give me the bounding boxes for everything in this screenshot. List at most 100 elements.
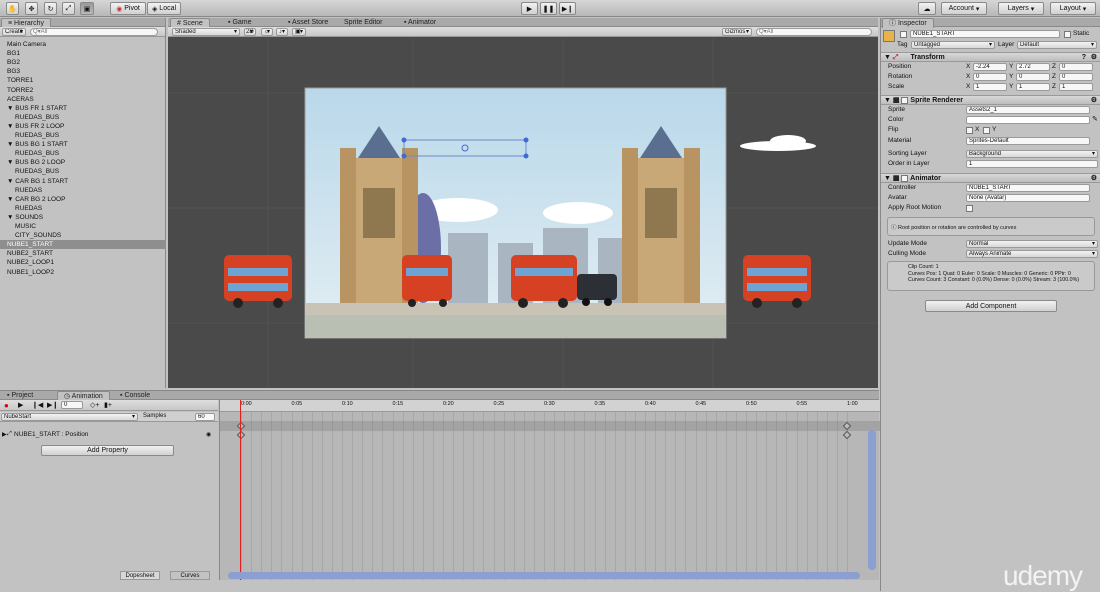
dopesheet-tab[interactable]: Dopesheet xyxy=(120,571,160,580)
hand-tool-icon[interactable]: ✋ xyxy=(6,2,19,15)
hierarchy-item[interactable]: NUBE1_START xyxy=(0,240,166,250)
transform-z-field[interactable]: 0 xyxy=(1059,63,1093,71)
hierarchy-item[interactable]: BG1 xyxy=(0,49,166,58)
flip-y-checkbox[interactable] xyxy=(983,127,990,134)
hierarchy-item[interactable]: ▼ BUS FR 2 LOOP xyxy=(0,122,166,131)
clip-dropdown[interactable]: NubeStart xyxy=(1,413,138,421)
hierarchy-item[interactable]: ▼ CAR BG 1 START xyxy=(0,177,166,186)
hierarchy-item[interactable]: ▼ BUS BG 2 LOOP xyxy=(0,158,166,167)
timeline-ruler[interactable]: 0:00 0:05 0:10 0:15 0:20 0:25 0:30 0:35 0:40 0:45… xyxy=(220,400,880,412)
component-gear-icon[interactable]: ⚙ xyxy=(1091,96,1097,105)
frame-field[interactable]: 0 xyxy=(61,401,83,409)
record-icon[interactable]: ● xyxy=(4,401,9,410)
property-visibility-icon[interactable]: ◉ xyxy=(206,431,211,438)
transform-y-field[interactable]: 0 xyxy=(1016,73,1050,81)
component-gear-icon[interactable]: ⚙ xyxy=(1091,53,1097,62)
hierarchy-item[interactable]: BG3 xyxy=(0,67,166,76)
layers-dropdown[interactable]: Layers ▾ xyxy=(998,2,1044,15)
sprite-field[interactable]: Assets2_1 xyxy=(966,106,1090,114)
transform-header[interactable]: ▼ ⤢ Transform ? ⚙ xyxy=(881,52,1100,62)
shading-mode-dropdown[interactable]: Shaded xyxy=(172,28,240,36)
hierarchy-item[interactable]: ▼ CAR BG 2 LOOP xyxy=(0,195,166,204)
hierarchy-item[interactable]: TORRE2 xyxy=(0,86,166,95)
transform-x-field[interactable]: 0 xyxy=(973,73,1007,81)
transform-y-field[interactable]: 1 xyxy=(1016,83,1050,91)
vertical-scrollbar[interactable] xyxy=(868,430,876,570)
property-row[interactable]: ▶ ⤢ NUBE1_START : Position ◉ xyxy=(0,430,218,441)
color-swatch[interactable] xyxy=(966,116,1090,124)
hierarchy-item[interactable]: TORRE1 xyxy=(0,76,166,85)
avatar-field[interactable]: None (Avatar) xyxy=(966,194,1090,202)
next-keyframe-icon[interactable]: ▶❙ xyxy=(47,401,58,409)
order-in-layer-field[interactable]: 1 xyxy=(966,160,1098,168)
add-event-icon[interactable]: ▮+ xyxy=(104,401,112,409)
cloud-button[interactable]: ☁ xyxy=(918,2,936,15)
rect-handle-tr[interactable] xyxy=(523,137,529,143)
pivot-button[interactable]: ◉ Pivot xyxy=(110,2,146,15)
hierarchy-item[interactable]: RUEDAS_BUS xyxy=(0,113,166,122)
add-component-button[interactable]: Add Component xyxy=(925,300,1057,312)
rect-tool-icon[interactable]: ▣ xyxy=(80,2,94,15)
pause-button[interactable]: ❚❚ xyxy=(540,2,557,15)
transform-z-field[interactable]: 1 xyxy=(1059,83,1093,91)
mode-2d-toggle[interactable]: 2D xyxy=(244,28,256,36)
samples-field[interactable]: 60 xyxy=(195,413,215,421)
add-property-button[interactable]: Add Property xyxy=(41,445,174,456)
hierarchy-item[interactable]: CITY_SOUNDS xyxy=(0,231,166,240)
scene-search-input[interactable]: Q▾All xyxy=(756,28,872,36)
tag-dropdown[interactable]: Untagged xyxy=(911,41,995,49)
rect-handle-tl[interactable] xyxy=(401,137,407,143)
anim-play-icon[interactable]: ▶ xyxy=(18,401,23,409)
hierarchy-item[interactable]: ACERAS xyxy=(0,95,166,104)
move-tool-icon[interactable]: ✥ xyxy=(25,2,38,15)
animator-enabled-checkbox[interactable] xyxy=(901,174,909,182)
lighting-toggle-icon[interactable]: ☼ xyxy=(261,28,273,36)
flip-x-checkbox[interactable] xyxy=(966,127,973,134)
hierarchy-item[interactable]: RUEDAS xyxy=(0,204,166,213)
apply-root-motion-checkbox[interactable] xyxy=(966,205,973,212)
add-keyframe-icon[interactable]: ◇+ xyxy=(90,401,99,409)
hierarchy-item[interactable]: NUBE2_START xyxy=(0,249,166,258)
material-field[interactable]: Sprites-Default xyxy=(966,137,1090,145)
gizmos-dropdown[interactable]: Gizmos xyxy=(722,28,752,36)
component-gear-icon[interactable]: ⚙ xyxy=(1091,174,1097,183)
animator-header[interactable]: ▼ ▦ Animator ⚙ xyxy=(881,173,1100,183)
object-name-field[interactable]: NUBE1_START xyxy=(910,30,1060,38)
audio-toggle-icon[interactable]: ♪ xyxy=(276,28,288,36)
timeline-area[interactable]: 0:00 0:05 0:10 0:15 0:20 0:25 0:30 0:35 0:40 0:45… xyxy=(219,400,880,580)
layer-dropdown[interactable]: Default xyxy=(1017,41,1097,49)
create-dropdown[interactable]: Create xyxy=(2,28,26,36)
hierarchy-item[interactable]: RUEDAS_BUS xyxy=(0,167,166,176)
local-button[interactable]: ◈ Local xyxy=(147,2,181,15)
sprite-renderer-header[interactable]: ▼ ▦ Sprite Renderer ⚙ xyxy=(881,95,1100,105)
prev-keyframe-icon[interactable]: ❙◀ xyxy=(32,401,43,409)
hierarchy-item[interactable]: RUEDAS_BUS xyxy=(0,131,166,140)
layout-dropdown[interactable]: Layout ▾ xyxy=(1050,2,1096,15)
playhead[interactable] xyxy=(240,400,241,580)
rect-handle-bl[interactable] xyxy=(401,153,407,159)
hierarchy-item[interactable]: ▼ BUS FR 1 START xyxy=(0,104,166,113)
eyedropper-icon[interactable]: ✎ xyxy=(1092,115,1098,123)
active-checkbox[interactable] xyxy=(900,31,907,38)
hierarchy-item[interactable]: RUEDAS xyxy=(0,186,166,195)
update-mode-dropdown[interactable]: Normal xyxy=(966,240,1098,248)
rect-handle-br[interactable] xyxy=(523,153,529,159)
hierarchy-item[interactable]: ▼ SOUNDS xyxy=(0,213,166,222)
account-dropdown[interactable]: Account ▾ xyxy=(941,2,987,15)
hierarchy-item[interactable]: NUBE1_LOOP2 xyxy=(0,268,166,277)
tab-inspector[interactable]: ⓘ Inspector xyxy=(882,18,934,28)
step-button[interactable]: ▶❙ xyxy=(559,2,576,15)
hierarchy-item[interactable]: MUSIC xyxy=(0,222,166,231)
rotate-tool-icon[interactable]: ↻ xyxy=(44,2,57,15)
hierarchy-item[interactable]: RUEDAS_BUS xyxy=(0,149,166,158)
hierarchy-item[interactable]: BG2 xyxy=(0,58,166,67)
horizontal-scrollbar[interactable] xyxy=(228,572,860,579)
curves-tab[interactable]: Curves xyxy=(170,571,210,580)
scene-viewport[interactable] xyxy=(168,38,878,388)
static-checkbox[interactable] xyxy=(1064,31,1071,38)
transform-y-field[interactable]: 2.72 xyxy=(1016,63,1050,71)
hierarchy-item[interactable]: ▼ BUS BG 1 START xyxy=(0,140,166,149)
hierarchy-item[interactable]: NUBE2_LOOP1 xyxy=(0,258,166,267)
play-button[interactable]: ▶ xyxy=(521,2,538,15)
transform-z-field[interactable]: 0 xyxy=(1059,73,1093,81)
